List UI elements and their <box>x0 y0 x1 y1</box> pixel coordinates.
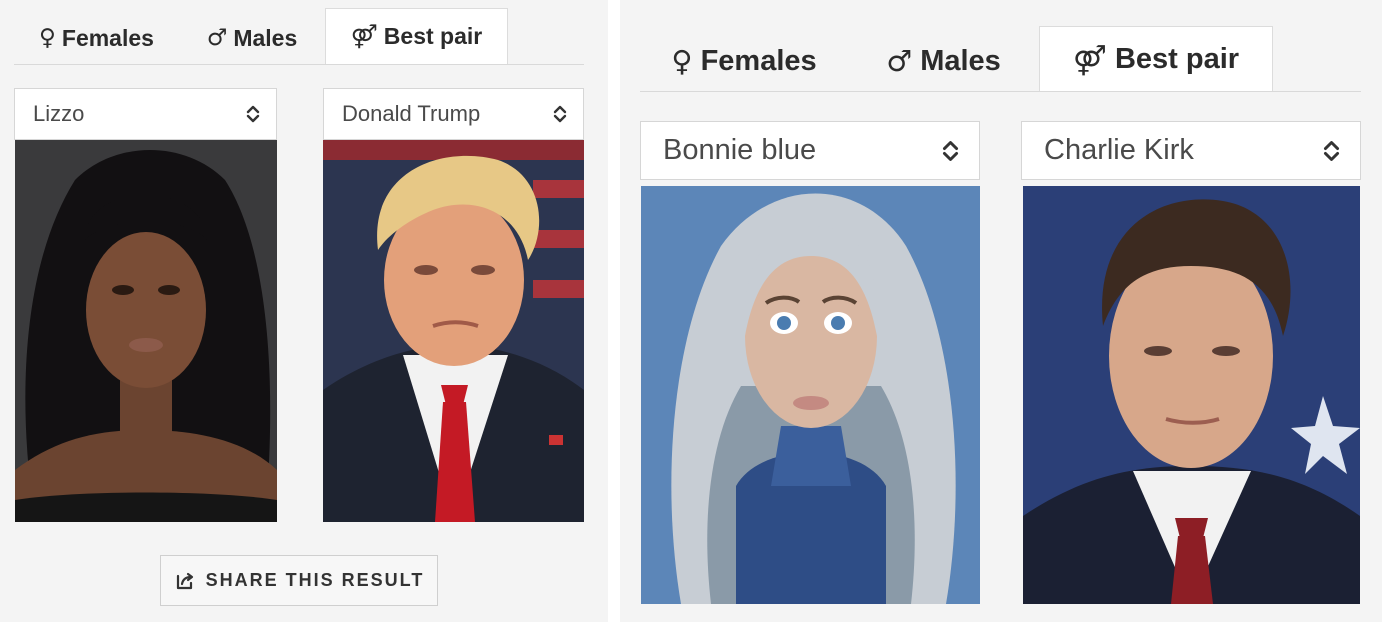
tab-females-label: Females <box>61 24 154 51</box>
share-icon <box>176 572 193 589</box>
tab-divider <box>14 64 584 65</box>
tab-males-label: Males <box>233 24 298 51</box>
tab-females[interactable]: ♀ Females <box>640 30 848 92</box>
tab-best-pair-label: Best pair <box>1114 43 1240 75</box>
tab-bar: ♀ Females ♂ Males ⚤ Best pair <box>14 8 508 64</box>
share-button[interactable]: SHARE THIS RESULT <box>160 555 438 606</box>
male-photo <box>1023 186 1360 604</box>
tab-best-pair[interactable]: ⚤ Best pair <box>1039 26 1273 92</box>
tab-bar: ♀ Females ♂ Males ⚤ Best pair <box>640 26 1273 92</box>
chevron-up-down-icon <box>942 140 959 161</box>
female-icon: ♀ <box>39 25 56 51</box>
left-screenshot-panel: ♀ Females ♂ Males ⚤ Best pair Lizzo Dona… <box>0 0 608 622</box>
best-pair-icon: ⚤ <box>1072 42 1107 77</box>
male-select[interactable]: Donald Trump <box>323 88 584 140</box>
female-select-value: Lizzo <box>33 101 85 126</box>
female-select-value: Bonnie blue <box>663 134 817 166</box>
tab-females[interactable]: ♀ Females <box>14 12 179 64</box>
tab-best-pair-label: Best pair <box>383 23 483 49</box>
tab-males[interactable]: ♂ Males <box>179 12 325 64</box>
female-photo <box>641 186 980 604</box>
male-select[interactable]: Charlie Kirk <box>1021 121 1361 180</box>
male-icon: ♂ <box>206 25 228 51</box>
tab-females-label: Females <box>700 44 817 77</box>
female-select[interactable]: Bonnie blue <box>640 121 980 180</box>
male-select-value: Donald Trump <box>342 101 481 126</box>
tab-divider <box>640 91 1361 92</box>
chevron-up-down-icon <box>553 105 567 123</box>
female-select[interactable]: Lizzo <box>14 88 277 140</box>
male-icon: ♂ <box>886 44 913 78</box>
female-photo <box>15 140 277 522</box>
male-photo <box>323 140 584 522</box>
chevron-up-down-icon <box>246 105 260 123</box>
tab-males-label: Males <box>920 44 1001 77</box>
share-button-label: SHARE THIS RESULT <box>205 570 425 590</box>
right-screenshot-panel: ♀ Females ♂ Males ⚤ Best pair Bonnie blu… <box>620 0 1382 622</box>
tab-males[interactable]: ♂ Males <box>848 30 1039 92</box>
tab-best-pair[interactable]: ⚤ Best pair <box>325 8 508 64</box>
male-select-value: Charlie Kirk <box>1044 134 1194 166</box>
best-pair-icon: ⚤ <box>350 23 378 50</box>
female-icon: ♀ <box>671 44 693 78</box>
chevron-up-down-icon <box>1323 140 1340 161</box>
